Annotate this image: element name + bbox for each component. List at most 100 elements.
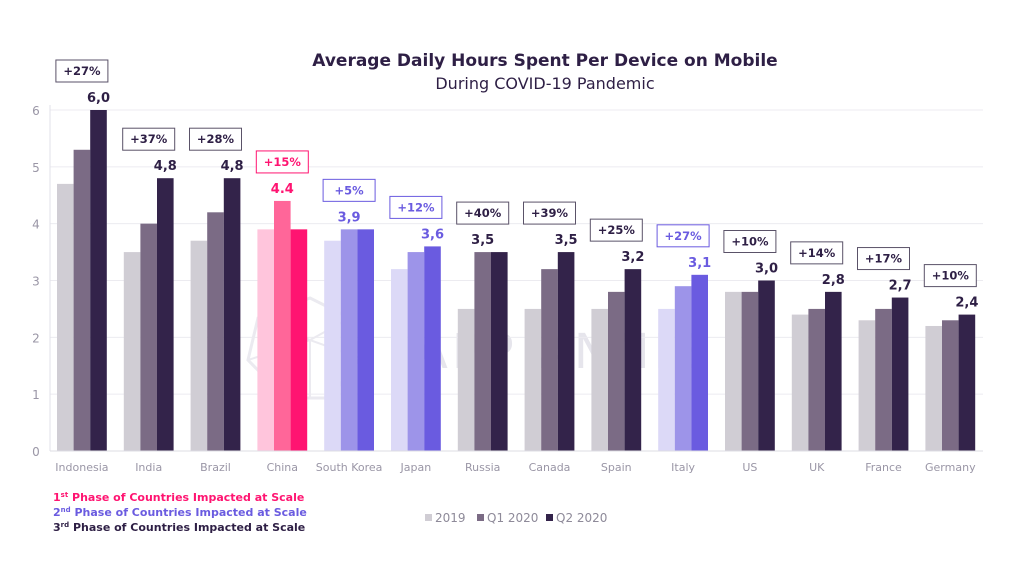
chart: APP ANNIE Average Daily Hours Spent Per … [32,51,983,534]
bar-2019 [324,240,341,451]
category-label: Spain [601,461,632,474]
y-tick-label: 3 [32,275,40,289]
bar-q2-2020 [825,291,842,451]
bar-q1-2020 [674,286,692,451]
growth-label: +28% [197,132,235,146]
growth-label: +10% [932,269,970,283]
category-label: US [742,461,757,474]
bar-q1-2020 [541,269,558,451]
value-label: 3,0 [755,262,778,277]
value-label: 3,2 [621,250,644,265]
bar-q2-2020 [424,246,441,451]
growth-label: +27% [665,229,703,243]
y-tick-label: 4 [32,218,40,232]
bar-q2-2020 [891,297,909,451]
bar-q2-2020 [90,110,107,451]
chart-subtitle: During COVID-19 Pandemic [435,74,654,93]
growth-label: +37% [130,132,168,146]
y-tick-label: 1 [32,388,40,402]
category-label: India [135,461,162,474]
bar-q1-2020 [942,320,959,451]
bar-q2-2020 [357,229,374,451]
bar-2019 [57,183,74,451]
bar-2019 [658,308,675,451]
bar-q1-2020 [875,308,892,451]
bar-2019 [524,308,542,451]
growth-label: +25% [598,223,636,237]
category-label: Indonesia [55,461,108,474]
category-label: Russia [465,461,500,474]
bar-q1-2020 [407,252,425,451]
value-label: 4,8 [154,159,177,174]
category-label: Italy [671,461,695,474]
bar-q1-2020 [207,212,224,451]
value-label: 3,6 [421,227,444,242]
value-label: 4,8 [221,159,244,174]
category-label: Japan [400,461,432,474]
bar-q2-2020 [157,178,174,451]
legend-swatch [425,514,432,521]
chart-title: Average Daily Hours Spent Per Device on … [312,51,777,71]
bar-q2-2020 [290,229,308,451]
bar-q1-2020 [741,291,759,451]
bar-q2-2020 [491,252,508,451]
category-label: Brazil [200,461,231,474]
value-label: 3,1 [688,256,711,271]
growth-label: +17% [865,252,903,266]
y-tick-label: 0 [32,445,40,459]
value-label: 2,4 [955,296,978,311]
annotation-text: Phase of Countries Impacted at Scale [69,521,305,534]
bar-2019 [123,252,141,451]
bar-q1-2020 [73,149,91,452]
growth-label: +5% [335,183,365,197]
legend-swatch [546,514,553,521]
bar-2019 [725,291,742,451]
annotation-text: Phase of Countries Impacted at Scale [68,491,304,504]
value-label: 3,5 [471,233,494,248]
growth-label: +15% [264,155,302,169]
bar-2019 [791,314,809,451]
ordinal: 3 [53,521,61,534]
value-label: 3,9 [338,210,361,225]
bar-q1-2020 [274,200,291,451]
growth-label: +14% [798,246,836,260]
bar-q1-2020 [608,291,625,451]
bar-q2-2020 [223,178,241,451]
ordinal: 1 [53,491,61,504]
value-label: 6,0 [87,91,110,106]
y-tick-label: 6 [32,104,40,118]
phase-annotations: 1st Phase of Countries Impacted at Scale… [53,491,307,534]
value-label: 4.4 [271,182,294,197]
bar-q2-2020 [958,314,976,451]
bar-q1-2020 [340,229,358,451]
bar-2019 [257,229,274,451]
legend-label: Q1 2020 [487,511,538,525]
phase-annotation: 3rd Phase of Countries Impacted at Scale [53,521,305,534]
bar-2019 [925,325,942,451]
value-label: 2,8 [822,273,845,288]
value-label: 3,5 [555,233,578,248]
category-label: South Korea [316,461,383,474]
value-label: 2,7 [889,279,912,294]
bar-q2-2020 [691,274,708,451]
annotation-text: Phase of Countries Impacted at Scale [71,506,307,519]
bar-2019 [391,269,408,451]
category-label: France [865,461,902,474]
category-label: Canada [529,461,571,474]
bar-2019 [457,308,475,451]
phase-annotation: 2nd Phase of Countries Impacted at Scale [53,506,307,519]
ordinal-suffix: rd [61,521,69,529]
growth-label: +10% [731,235,769,249]
growth-label: +27% [63,64,101,78]
y-tick-label: 5 [32,161,40,175]
bar-q2-2020 [624,269,642,451]
bar-q1-2020 [140,223,157,451]
legend-label: 2019 [435,511,466,525]
category-label: Germany [925,461,976,474]
growth-label: +39% [531,206,569,220]
ordinal: 2 [53,506,61,519]
y-tick-label: 2 [32,331,40,345]
legend-label: Q2 2020 [556,511,607,525]
category-label: China [267,461,298,474]
bar-q2-2020 [758,280,775,451]
